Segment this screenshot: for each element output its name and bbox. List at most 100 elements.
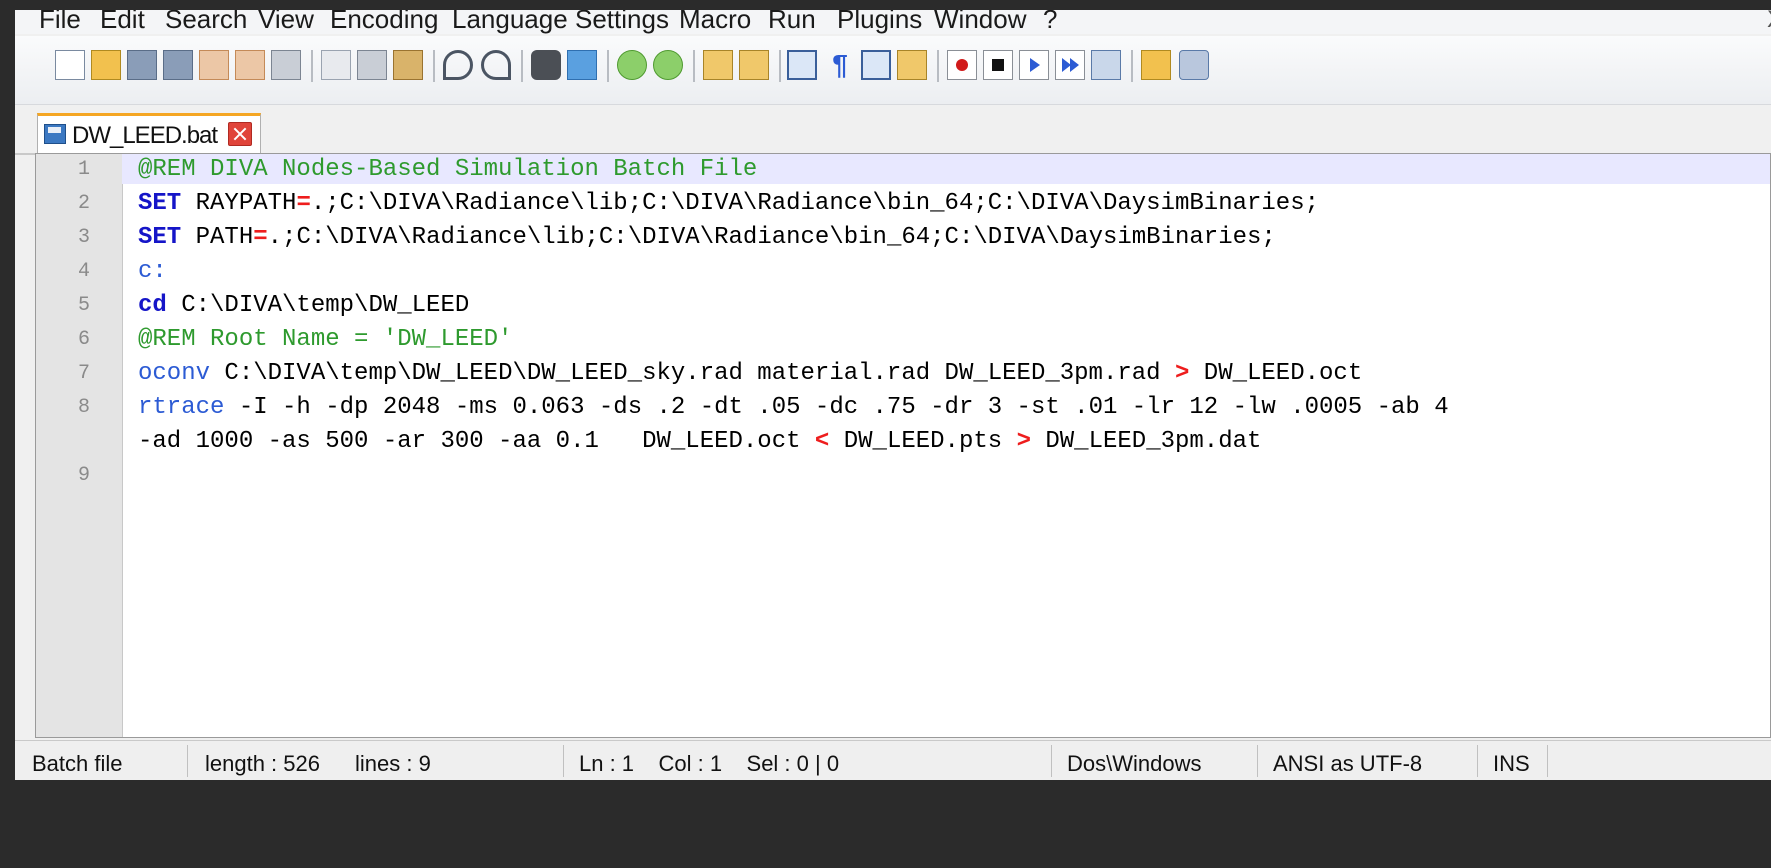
menu-help[interactable]: ? — [1043, 10, 1057, 34]
tab-bar: DW_LEED.bat — [15, 105, 1771, 155]
line-number: 9 — [77, 464, 90, 487]
code-line[interactable]: -ad 1000 -as 500 -ar 300 -aa 0.1 DW_LEED… — [138, 428, 1261, 455]
line-number: 8 — [77, 396, 90, 419]
tab-label: DW_LEED.bat — [72, 122, 218, 149]
code-line[interactable]: oconv C:\DIVA\temp\DW_LEED\DW_LEED_sky.r… — [138, 360, 1362, 387]
menu-search[interactable]: Search — [165, 10, 247, 34]
code-text-area[interactable]: @REM DIVA Nodes-Based Simulation Batch F… — [138, 154, 1770, 737]
replace-icon[interactable] — [567, 50, 597, 80]
status-encoding: ANSI as UTF-8 — [1273, 751, 1423, 776]
code-line[interactable]: SET PATH=.;C:\DIVA\Radiance\lib;C:\DIVA\… — [138, 224, 1276, 251]
line-number: 3 — [77, 226, 90, 249]
code-token: > — [1174, 360, 1190, 387]
code-line[interactable]: rtrace -I -h -dp 2048 -ms 0.063 -ds .2 -… — [138, 394, 1449, 421]
tab-dw-leed-bat[interactable]: DW_LEED.bat — [37, 113, 261, 155]
line-number: 1 — [77, 158, 90, 181]
window-bottom-edge — [15, 780, 1771, 868]
code-token: cd — [138, 292, 167, 319]
code-token: C:\DIVA\temp\DW_LEED — [166, 292, 470, 319]
menu-language[interactable]: Language — [452, 10, 568, 34]
indent-guide-icon[interactable] — [861, 50, 891, 80]
open-file-icon[interactable] — [91, 50, 121, 80]
line-number: 2 — [77, 192, 90, 215]
status-separator — [1547, 745, 1548, 777]
code-token: < — [814, 428, 830, 455]
print-icon[interactable] — [271, 50, 301, 80]
menu-plugins[interactable]: Plugins — [837, 10, 922, 34]
menu-macro[interactable]: Macro — [679, 10, 751, 34]
toolbar-separator — [779, 50, 781, 82]
menu-settings[interactable]: Settings — [575, 10, 669, 34]
code-token: > — [1016, 428, 1031, 455]
status-separator — [1257, 745, 1258, 777]
new-file-icon[interactable] — [55, 50, 85, 80]
redo-icon[interactable] — [481, 50, 511, 80]
status-bar: Batch file length : 526 lines : 9 Ln : 1… — [15, 740, 1771, 781]
record-macro-icon[interactable] — [947, 50, 977, 80]
menu-window[interactable]: Window — [934, 10, 1026, 34]
paste-icon[interactable] — [393, 50, 423, 80]
code-token: RAYPATH — [181, 190, 297, 217]
code-token: -I -h -dp 2048 -ms 0.063 -ds .2 -dt .05 … — [224, 394, 1449, 421]
save-icon[interactable] — [127, 50, 157, 80]
status-file-type: Batch file — [32, 751, 123, 776]
status-length: length : 526 — [205, 751, 320, 776]
close-document-button[interactable]: X — [1767, 10, 1771, 34]
status-separator — [187, 745, 188, 777]
line-number: 7 — [77, 362, 90, 385]
menu-bar: File Edit Search View Encoding Language … — [15, 10, 1771, 34]
playback-icon[interactable] — [1019, 50, 1049, 80]
toolbar-separator — [937, 50, 939, 82]
document-map-icon[interactable] — [897, 50, 927, 80]
code-token: DW_LEED_3pm.dat — [1030, 428, 1262, 455]
status-lines: lines : 9 — [355, 751, 431, 776]
toolbar-separator — [521, 50, 523, 82]
code-line[interactable]: SET RAYPATH=.;C:\DIVA\Radiance\lib;C:\DI… — [138, 190, 1319, 217]
code-line[interactable]: cd C:\DIVA\temp\DW_LEED — [138, 292, 469, 319]
code-line[interactable]: @REM Root Name = 'DW_LEED' — [138, 326, 512, 353]
line-number: 6 — [77, 328, 90, 351]
show-all-characters-icon[interactable]: ¶ — [825, 50, 855, 80]
zoom-out-icon[interactable] — [653, 50, 683, 80]
close-all-icon[interactable] — [235, 50, 265, 80]
close-icon[interactable] — [199, 50, 229, 80]
cut-icon[interactable] — [321, 50, 351, 80]
code-editor[interactable]: 1 2 3 4 5 6 7 8 9 @REM DIVA Nodes-Based Simulati… — [35, 153, 1771, 738]
code-token: oconv — [138, 360, 211, 387]
code-token: @REM Root Name = 'DW_LEED' — [138, 326, 513, 353]
stop-record-icon[interactable] — [983, 50, 1013, 80]
line-number: 5 — [77, 294, 90, 317]
toolbar-separator — [433, 50, 435, 82]
undo-icon[interactable] — [443, 50, 473, 80]
menu-view[interactable]: View — [258, 10, 314, 34]
code-token: .;C:\DIVA\Radiance\lib;C:\DIVA\Radiance\… — [310, 190, 1320, 217]
sync-vertical-icon[interactable] — [703, 50, 733, 80]
code-line[interactable]: c: — [138, 258, 167, 285]
code-token: DW_LEED.pts — [829, 428, 1017, 455]
word-wrap-icon[interactable] — [787, 50, 817, 80]
save-macro-icon[interactable] — [1091, 50, 1121, 80]
copy-icon[interactable] — [357, 50, 387, 80]
code-token: c: — [138, 258, 167, 285]
zoom-in-icon[interactable] — [617, 50, 647, 80]
toolbar-separator — [311, 50, 313, 82]
saved-file-icon — [44, 124, 66, 144]
code-token: SET — [138, 190, 182, 217]
run-macro-multiple-icon[interactable] — [1055, 50, 1085, 80]
folder-icon[interactable] — [1141, 50, 1171, 80]
code-token: C:\DIVA\temp\DW_LEED\DW_LEED_sky.rad mat… — [210, 360, 1175, 387]
save-all-icon[interactable] — [163, 50, 193, 80]
code-token: DW_LEED.oct — [1189, 360, 1363, 387]
menu-edit[interactable]: Edit — [100, 10, 145, 34]
code-line[interactable]: @REM DIVA Nodes-Based Simulation Batch F… — [138, 156, 757, 183]
menu-encoding[interactable]: Encoding — [330, 10, 438, 34]
menu-run[interactable]: Run — [768, 10, 816, 34]
code-token: .;C:\DIVA\Radiance\lib;C:\DIVA\Radiance\… — [267, 224, 1276, 251]
code-token: SET — [138, 224, 182, 251]
menu-file[interactable]: File — [39, 10, 81, 34]
find-icon[interactable] — [531, 50, 561, 80]
tab-close-icon[interactable] — [228, 122, 252, 146]
spellcheck-icon[interactable] — [1179, 50, 1209, 80]
sync-horizontal-icon[interactable] — [739, 50, 769, 80]
toolbar-separator — [1131, 50, 1133, 82]
